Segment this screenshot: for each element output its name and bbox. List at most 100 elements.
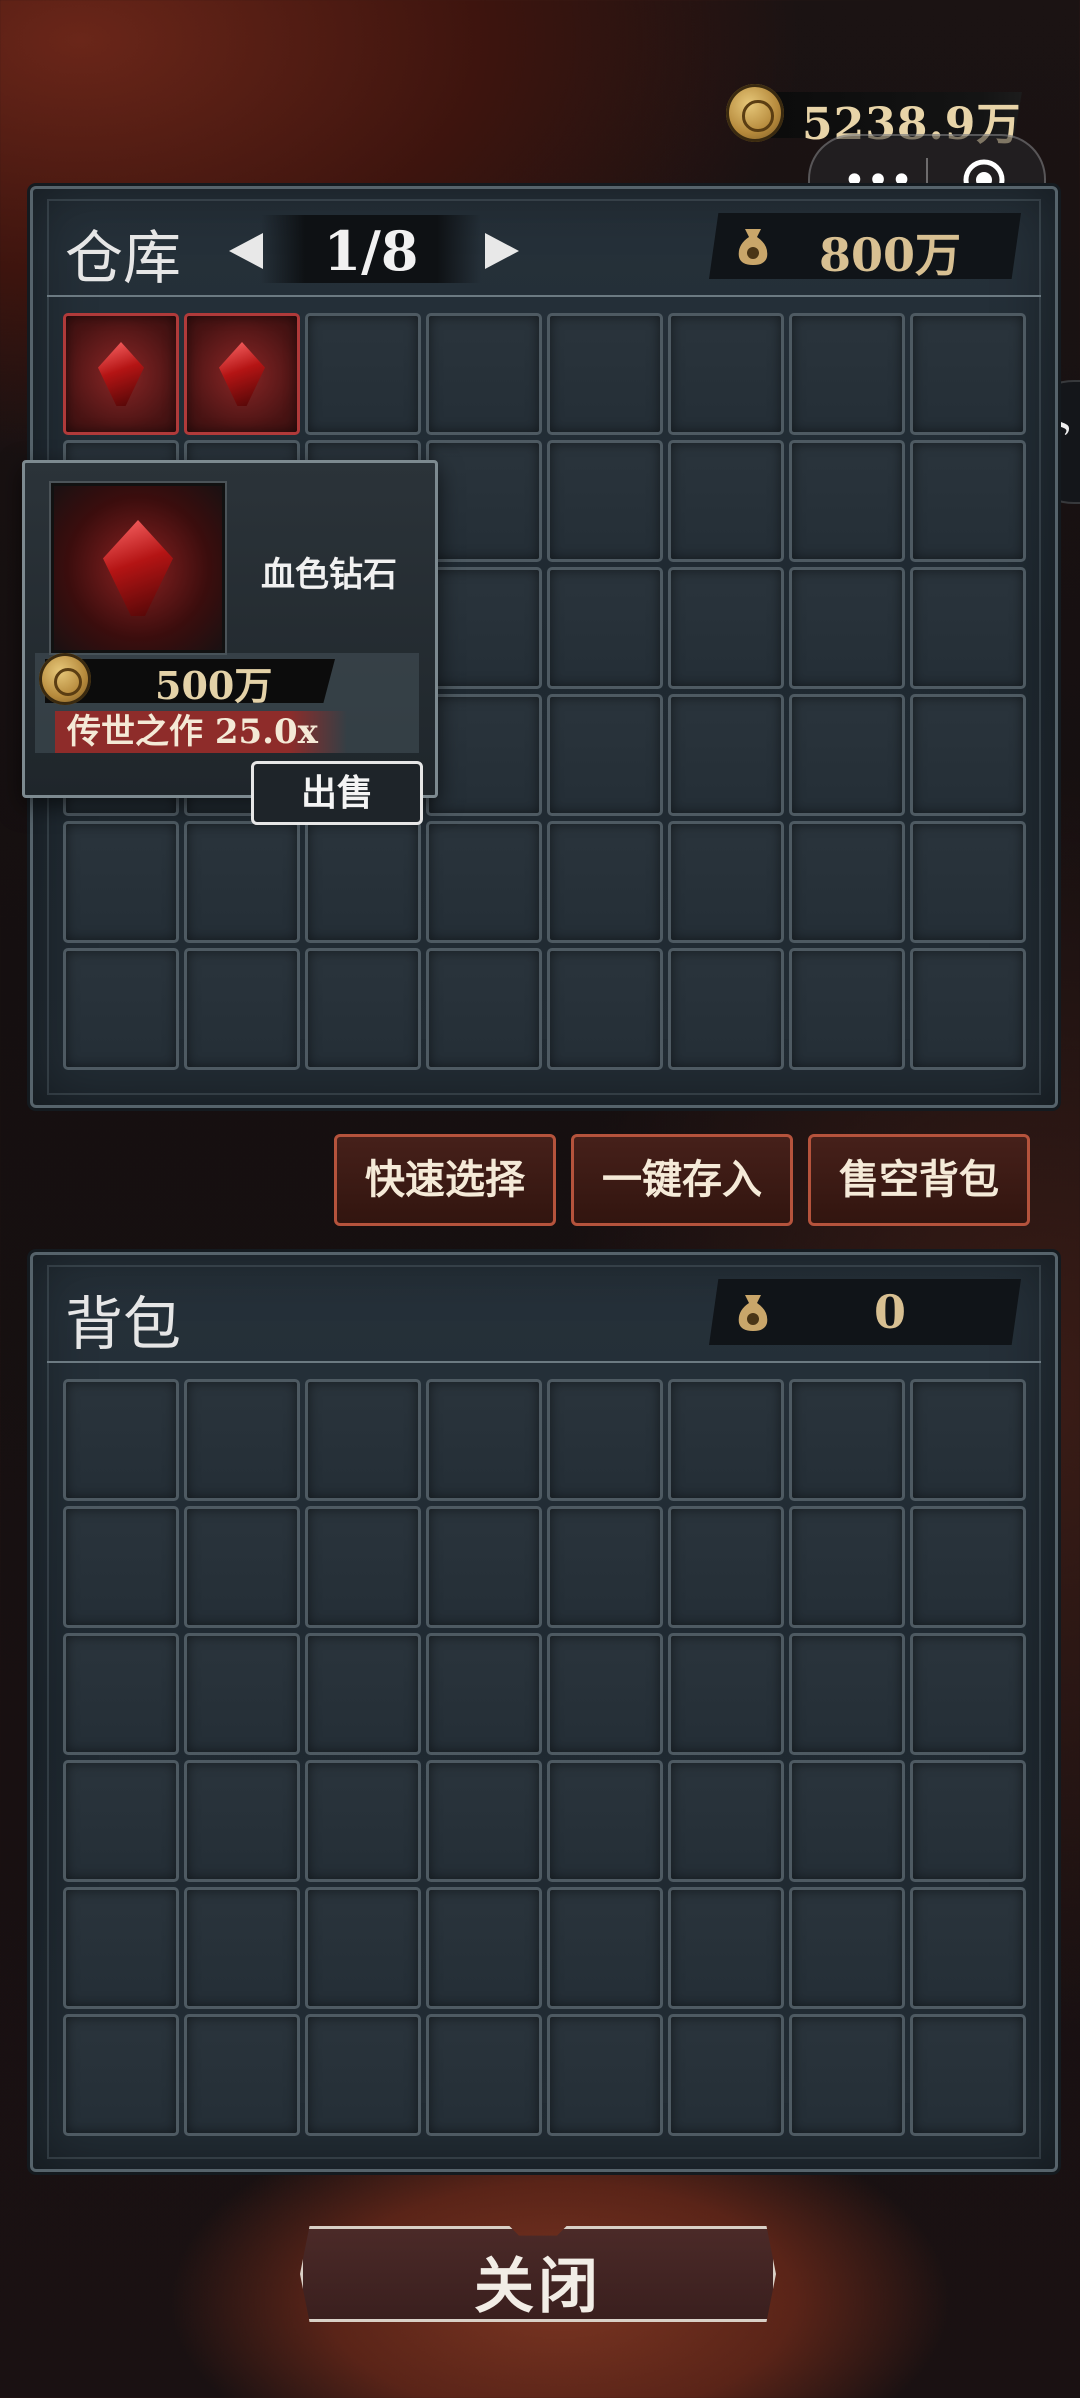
inventory-slot[interactable]	[547, 567, 663, 689]
sell-backpack-button[interactable]: 售空背包	[808, 1134, 1030, 1226]
inventory-slot[interactable]	[789, 440, 905, 562]
prev-page-arrow-icon[interactable]	[229, 233, 263, 269]
inventory-slot[interactable]	[63, 1633, 179, 1755]
inventory-slot[interactable]	[910, 313, 1026, 435]
inventory-slot[interactable]	[426, 1379, 542, 1501]
inventory-slot[interactable]	[910, 1633, 1026, 1755]
inventory-slot[interactable]	[547, 1506, 663, 1628]
inventory-slot[interactable]	[184, 1506, 300, 1628]
inventory-slot[interactable]	[305, 1760, 421, 1882]
inventory-slot[interactable]	[426, 821, 542, 943]
inventory-slot[interactable]	[910, 567, 1026, 689]
inventory-slot[interactable]	[547, 1760, 663, 1882]
inventory-slot[interactable]	[789, 948, 905, 1070]
item-tooltip: 血色钻石 500万 传世之作 25.0x 出售	[22, 460, 438, 825]
inventory-slot[interactable]	[547, 694, 663, 816]
inventory-slot[interactable]	[305, 1506, 421, 1628]
inventory-slot[interactable]	[184, 2014, 300, 2136]
inventory-slot[interactable]	[789, 1506, 905, 1628]
inventory-slot[interactable]	[547, 440, 663, 562]
next-page-arrow-icon[interactable]	[485, 233, 519, 269]
inventory-slot[interactable]	[789, 1887, 905, 2009]
inventory-slot[interactable]	[426, 1887, 542, 2009]
inventory-slot[interactable]	[305, 948, 421, 1070]
inventory-slot[interactable]	[426, 948, 542, 1070]
page-indicator: 1/8	[323, 219, 419, 283]
inventory-slot-filled[interactable]	[184, 313, 300, 435]
inventory-slot[interactable]	[184, 1633, 300, 1755]
inventory-slot[interactable]	[789, 567, 905, 689]
inventory-slot[interactable]	[63, 948, 179, 1070]
inventory-slot-filled[interactable]	[63, 313, 179, 435]
inventory-slot[interactable]	[668, 313, 784, 435]
item-name: 血色钻石	[261, 555, 397, 595]
inventory-slot[interactable]	[305, 1633, 421, 1755]
inventory-slot[interactable]	[305, 1887, 421, 2009]
inventory-slot[interactable]	[426, 2014, 542, 2136]
inventory-slot[interactable]	[668, 948, 784, 1070]
inventory-slot[interactable]	[547, 1633, 663, 1755]
inventory-slot[interactable]	[63, 1760, 179, 1882]
inventory-slot[interactable]	[789, 1633, 905, 1755]
inventory-slot[interactable]	[789, 821, 905, 943]
inventory-slot[interactable]	[305, 821, 421, 943]
inventory-slot[interactable]	[547, 1887, 663, 2009]
inventory-slot[interactable]	[668, 2014, 784, 2136]
inventory-slot[interactable]	[63, 2014, 179, 2136]
inventory-slot[interactable]	[426, 1506, 542, 1628]
inventory-slot[interactable]	[668, 1760, 784, 1882]
inventory-slot[interactable]	[547, 1379, 663, 1501]
inventory-slot[interactable]	[184, 1760, 300, 1882]
inventory-slot[interactable]	[668, 821, 784, 943]
inventory-slot[interactable]	[910, 2014, 1026, 2136]
inventory-slot[interactable]	[547, 948, 663, 1070]
inventory-slot[interactable]	[668, 1506, 784, 1628]
inventory-slot[interactable]	[910, 1887, 1026, 2009]
inventory-slot[interactable]	[789, 1379, 905, 1501]
inventory-slot[interactable]	[426, 694, 542, 816]
inventory-slot[interactable]	[426, 440, 542, 562]
close-button[interactable]: 关闭	[300, 2226, 776, 2322]
inventory-slot[interactable]	[789, 1760, 905, 1882]
inventory-slot[interactable]	[668, 1887, 784, 2009]
quick-select-button[interactable]: 快速选择	[334, 1134, 556, 1226]
inventory-slot[interactable]	[668, 567, 784, 689]
inventory-slot[interactable]	[63, 1379, 179, 1501]
inventory-slot[interactable]	[184, 821, 300, 943]
inventory-slot[interactable]	[63, 1887, 179, 2009]
deposit-all-button[interactable]: 一键存入	[571, 1134, 793, 1226]
inventory-slot[interactable]	[668, 440, 784, 562]
inventory-slot[interactable]	[547, 2014, 663, 2136]
inventory-slot[interactable]	[910, 1379, 1026, 1501]
inventory-slot[interactable]	[184, 1379, 300, 1501]
inventory-slot[interactable]	[789, 694, 905, 816]
inventory-slot[interactable]	[305, 1379, 421, 1501]
inventory-slot[interactable]	[668, 1379, 784, 1501]
inventory-slot[interactable]	[789, 313, 905, 435]
backpack-value: 0	[873, 1285, 906, 1339]
inventory-slot[interactable]	[547, 821, 663, 943]
inventory-slot[interactable]	[547, 313, 663, 435]
inventory-slot[interactable]	[63, 821, 179, 943]
inventory-slot[interactable]	[910, 694, 1026, 816]
inventory-slot[interactable]	[426, 313, 542, 435]
inventory-slot[interactable]	[305, 313, 421, 435]
inventory-slot[interactable]	[305, 2014, 421, 2136]
inventory-slot[interactable]	[789, 2014, 905, 2136]
inventory-slot[interactable]	[910, 440, 1026, 562]
inventory-slot[interactable]	[426, 567, 542, 689]
inventory-slot[interactable]	[668, 1633, 784, 1755]
sell-button[interactable]: 出售	[251, 761, 423, 825]
inventory-slot[interactable]	[63, 1506, 179, 1628]
inventory-slot[interactable]	[910, 821, 1026, 943]
inventory-slot[interactable]	[668, 694, 784, 816]
inventory-slot[interactable]	[426, 1760, 542, 1882]
inventory-slot[interactable]	[426, 1633, 542, 1755]
inventory-slot[interactable]	[910, 948, 1026, 1070]
inventory-slot[interactable]	[910, 1760, 1026, 1882]
inventory-slot[interactable]	[184, 948, 300, 1070]
backpack-panel: 背包 0	[30, 1252, 1058, 2172]
money-bag-icon	[738, 229, 768, 265]
inventory-slot[interactable]	[184, 1887, 300, 2009]
inventory-slot[interactable]	[910, 1506, 1026, 1628]
